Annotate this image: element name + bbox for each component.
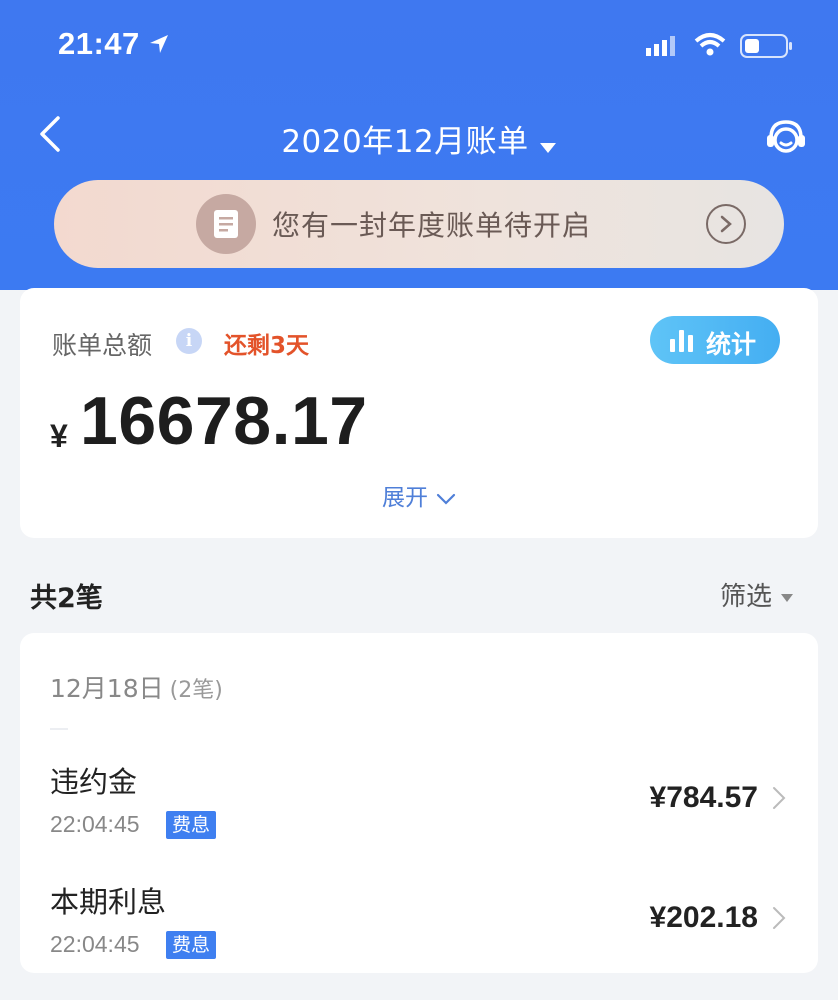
- bill-total-label: 账单总额: [52, 331, 153, 360]
- transaction-list: 12月18日 (2笔) 违约金 22:04:45 费息 ¥784.57 本期利息 …: [20, 633, 818, 973]
- currency-symbol: ¥: [50, 418, 68, 454]
- divider: [50, 728, 68, 730]
- transaction-amount: ¥784.57: [649, 781, 758, 814]
- bill-summary-card: 账单总额 i 还剩3天 统计 ¥ 16678.17 展开: [20, 288, 818, 538]
- page-title-text: 2020年12月账单: [281, 124, 529, 160]
- chevron-down-icon: [436, 493, 456, 505]
- filter-label: 筛选: [720, 582, 773, 612]
- transaction-name: 违约金: [50, 765, 138, 799]
- group-date-text: 12月18日: [50, 674, 164, 703]
- transaction-time: 22:04:45: [50, 931, 140, 957]
- expand-button[interactable]: 展开: [20, 478, 818, 512]
- group-count: (2笔): [169, 678, 223, 703]
- bar-chart-icon: [670, 330, 693, 352]
- caret-down-icon: [781, 593, 794, 602]
- wifi-icon: [694, 32, 726, 60]
- expand-label: 展开: [382, 485, 428, 511]
- filter-button[interactable]: 筛选: [720, 576, 794, 613]
- nav-bar: 2020年12月账单: [0, 100, 838, 170]
- transaction-name: 本期利息: [50, 885, 167, 919]
- transaction-tag: 费息: [166, 811, 217, 839]
- list-item[interactable]: 违约金 22:04:45 费息 ¥784.57: [20, 759, 818, 869]
- annual-bill-banner[interactable]: 您有一封年度账单待开启: [54, 180, 784, 268]
- page-title[interactable]: 2020年12月账单: [0, 116, 838, 162]
- signal-icon: [646, 34, 676, 60]
- statistics-button[interactable]: 统计: [650, 316, 780, 364]
- info-icon[interactable]: i: [176, 328, 202, 354]
- chevron-right-icon: [772, 905, 786, 935]
- chevron-right-icon: [772, 785, 786, 815]
- status-bar: 21:47: [0, 0, 838, 90]
- location-arrow-icon: [148, 33, 170, 59]
- chevron-right-icon[interactable]: [706, 204, 746, 244]
- transaction-tag: 费息: [166, 931, 217, 959]
- days-left-badge: 还剩3天: [224, 333, 310, 359]
- transaction-count: 共2笔: [30, 583, 103, 614]
- group-date: 12月18日 (2笔): [50, 669, 223, 705]
- caret-down-icon: [539, 126, 557, 162]
- battery-icon: [740, 34, 794, 62]
- customer-service-icon[interactable]: [764, 116, 808, 164]
- document-icon: [196, 194, 256, 254]
- bill-total-amount: 16678.17: [80, 383, 368, 459]
- statistics-label: 统计: [706, 330, 757, 359]
- list-header: 共2笔 筛选: [0, 570, 838, 620]
- banner-text: 您有一封年度账单待开启: [272, 209, 592, 242]
- status-time: 21:47: [58, 26, 140, 61]
- list-item[interactable]: 本期利息 22:04:45 费息 ¥202.18: [20, 879, 818, 989]
- transaction-time: 22:04:45: [50, 811, 140, 837]
- transaction-amount: ¥202.18: [649, 901, 758, 934]
